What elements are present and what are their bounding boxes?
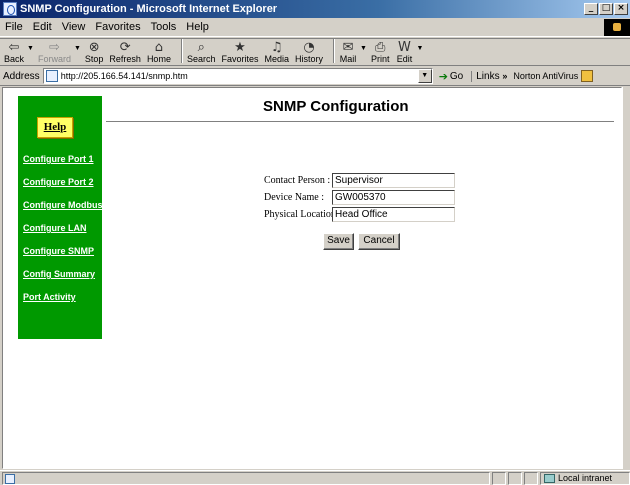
ie-icon bbox=[3, 2, 17, 16]
forward-button[interactable]: ⇨ Forward bbox=[38, 39, 71, 65]
mail-button[interactable]: ✉ Mail bbox=[339, 39, 357, 65]
nav-configure-modbus[interactable]: Configure Modbus bbox=[23, 200, 103, 210]
go-arrow-icon: ➔ bbox=[438, 69, 448, 83]
security-zone: Local intranet bbox=[540, 471, 630, 485]
maximize-button[interactable]: □ bbox=[599, 3, 613, 15]
windows-logo-icon bbox=[604, 19, 630, 36]
nav-configure-port-1[interactable]: Configure Port 1 bbox=[23, 154, 94, 164]
menu-tools[interactable]: Tools bbox=[146, 21, 182, 33]
minimize-button[interactable]: _ bbox=[584, 3, 598, 15]
address-label: Address bbox=[3, 70, 40, 82]
menu-view[interactable]: View bbox=[57, 21, 91, 33]
back-arrow-icon: ⇦ bbox=[8, 39, 20, 55]
edit-dropdown-icon[interactable]: ▼ bbox=[416, 45, 423, 52]
window-title: SNMP Configuration - Microsoft Internet … bbox=[20, 3, 278, 15]
save-button[interactable]: Save bbox=[323, 233, 354, 250]
toolbar-separator bbox=[180, 39, 183, 63]
favorites-button[interactable]: ★ Favorites bbox=[221, 39, 258, 65]
done-page-icon bbox=[5, 473, 15, 484]
nav-port-activity[interactable]: Port Activity bbox=[23, 292, 76, 302]
menu-favorites[interactable]: Favorites bbox=[90, 21, 145, 33]
media-icon: ♫ bbox=[270, 39, 283, 55]
norton-antivirus-button[interactable]: Norton AntiVirus bbox=[513, 70, 594, 82]
physical-location-label: Physical Location : bbox=[264, 209, 342, 220]
search-icon: ⌕ bbox=[197, 39, 205, 55]
status-cell bbox=[524, 471, 538, 485]
nav-configure-snmp[interactable]: Configure SNMP bbox=[23, 246, 94, 256]
address-url: http://205.166.54.141/snmp.htm bbox=[60, 71, 188, 81]
sidebar: Help Configure Port 1 Configure Port 2 C… bbox=[18, 96, 103, 339]
favorites-icon: ★ bbox=[234, 39, 246, 55]
title-divider bbox=[106, 121, 614, 122]
stop-button[interactable]: ⊗ Stop bbox=[85, 39, 104, 65]
forward-dropdown-icon[interactable]: ▼ bbox=[74, 45, 81, 52]
cancel-button[interactable]: Cancel bbox=[358, 233, 400, 250]
history-button[interactable]: ◔ History bbox=[295, 39, 323, 65]
toolbar-separator bbox=[333, 39, 336, 63]
stop-icon: ⊗ bbox=[88, 39, 100, 55]
nav-config-summary[interactable]: Config Summary bbox=[23, 269, 95, 279]
forward-arrow-icon: ⇨ bbox=[49, 39, 60, 55]
menu-edit[interactable]: Edit bbox=[28, 21, 57, 33]
status-cell bbox=[508, 471, 522, 485]
print-icon: ⎙ bbox=[375, 39, 386, 55]
menu-file[interactable]: File bbox=[0, 21, 28, 33]
contact-person-input[interactable] bbox=[332, 173, 455, 188]
toolbar: ⇦ Back ▼ ⇨ Forward ▼ ⊗ Stop ⟳ Refresh ⌂ … bbox=[0, 38, 630, 66]
physical-location-input[interactable] bbox=[332, 207, 455, 222]
page-icon bbox=[45, 70, 58, 82]
mail-icon: ✉ bbox=[342, 39, 354, 55]
links-button[interactable]: Links » bbox=[471, 70, 508, 82]
edit-icon: W bbox=[398, 39, 411, 55]
search-button[interactable]: ⌕ Search bbox=[187, 39, 216, 65]
chevron-icon: » bbox=[502, 70, 508, 81]
page-title: SNMP Configuration bbox=[263, 98, 409, 115]
title-bar[interactable]: SNMP Configuration - Microsoft Internet … bbox=[0, 0, 630, 18]
device-name-input[interactable] bbox=[332, 190, 455, 205]
intranet-icon bbox=[544, 473, 555, 483]
help-button[interactable]: Help bbox=[37, 117, 73, 138]
back-button[interactable]: ⇦ Back bbox=[4, 39, 24, 65]
status-bar: Local intranet bbox=[0, 470, 630, 485]
nav-configure-port-2[interactable]: Configure Port 2 bbox=[23, 177, 94, 187]
go-button[interactable]: ➔ Go bbox=[439, 70, 464, 83]
media-button[interactable]: ♫ Media bbox=[265, 39, 290, 65]
device-name-label: Device Name : bbox=[264, 192, 324, 203]
window-controls: _ □ × bbox=[583, 3, 628, 15]
print-button[interactable]: ⎙ Print bbox=[371, 39, 390, 65]
page-content: Help Configure Port 1 Configure Port 2 C… bbox=[2, 87, 622, 469]
home-button[interactable]: ⌂ Home bbox=[147, 39, 171, 65]
menu-help[interactable]: Help bbox=[181, 21, 214, 33]
status-text bbox=[2, 471, 490, 485]
address-bar: Address http://205.166.54.141/snmp.htm ▼… bbox=[0, 67, 630, 86]
back-dropdown-icon[interactable]: ▼ bbox=[27, 45, 34, 52]
mail-dropdown-icon[interactable]: ▼ bbox=[360, 45, 367, 52]
scrollbar[interactable] bbox=[622, 87, 630, 469]
refresh-icon: ⟳ bbox=[119, 39, 131, 55]
status-cell bbox=[492, 471, 506, 485]
history-icon: ◔ bbox=[303, 39, 315, 55]
address-dropdown-icon[interactable]: ▼ bbox=[417, 69, 432, 83]
address-input[interactable]: http://205.166.54.141/snmp.htm ▼ bbox=[42, 68, 433, 84]
refresh-button[interactable]: ⟳ Refresh bbox=[109, 39, 141, 65]
menu-bar: File Edit View Favorites Tools Help bbox=[0, 18, 630, 37]
edit-button[interactable]: W Edit bbox=[395, 39, 413, 65]
home-icon: ⌂ bbox=[154, 39, 164, 55]
norton-icon bbox=[581, 70, 594, 82]
contact-person-label: Contact Person : bbox=[264, 175, 331, 186]
nav-configure-lan[interactable]: Configure LAN bbox=[23, 223, 87, 233]
close-button[interactable]: × bbox=[614, 3, 628, 15]
